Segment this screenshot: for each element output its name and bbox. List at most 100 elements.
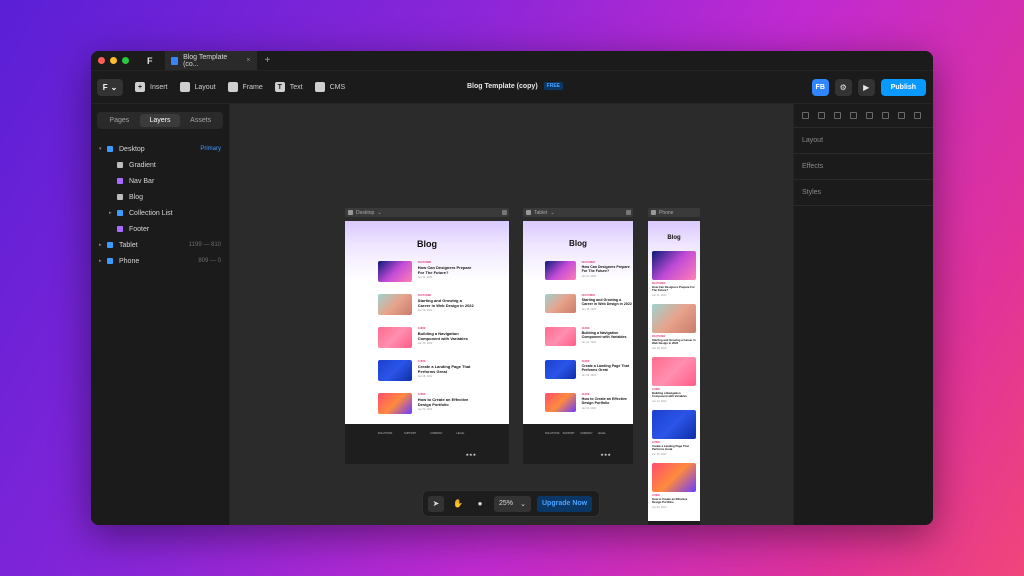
blog-post-card[interactable]: GUIDE Create a Landing Page That Performs…: [377, 360, 474, 381]
post-date: Jan 12, 2022: [652, 399, 667, 403]
social-icons: ★★★: [465, 452, 477, 457]
document-tab[interactable]: Blog Template (co... ×: [164, 51, 257, 70]
layout-button[interactable]: Layout: [179, 82, 216, 92]
layer-item-desktop[interactable]: ▾ Desktop Primary: [91, 141, 229, 157]
frame-label-desktop[interactable]: Desktop ⌄: [345, 208, 509, 217]
layer-name: Tablet: [119, 241, 138, 249]
design-canvas[interactable]: ➤ ✋ ● 25% ⌄ Upgrade Now Desktop ⌄ Blog FEAT…: [230, 104, 793, 525]
cms-button[interactable]: CMS: [314, 82, 345, 92]
footer-column-heading: LEGAL: [456, 432, 465, 435]
expand-caret-icon[interactable]: ▸: [109, 210, 117, 216]
main-menu-button[interactable]: F ⌄: [97, 78, 123, 96]
post-date: Jan 12, 2022: [581, 340, 597, 344]
layer-name: Nav Bar: [129, 177, 155, 185]
layer-name: Desktop: [119, 145, 145, 153]
frame-tablet[interactable]: Blog FEATURED How Can Designers Prepare Fo…: [523, 221, 633, 464]
tab-pages[interactable]: Pages: [99, 114, 140, 127]
upgrade-button[interactable]: Upgrade Now: [537, 495, 593, 512]
layer-item-nav-bar[interactable]: Nav Bar: [91, 173, 229, 189]
minimize-window-button[interactable]: [110, 57, 117, 64]
frame-label-tablet[interactable]: Tablet ⌄: [523, 208, 633, 217]
distribute-vertical-icon[interactable]: [914, 112, 921, 119]
post-title: How to Create an Effective Design Portfo…: [417, 397, 469, 407]
blog-post-card[interactable]: FEATURED Starting and Growing a Career in…: [377, 294, 474, 315]
post-text: FEATURED Starting and Growing a Career in…: [652, 335, 696, 350]
align-top-icon[interactable]: [850, 112, 857, 119]
layer-item-blog[interactable]: Blog: [91, 189, 229, 205]
blog-post-card[interactable]: FEATURED Starting and Growing a Career in…: [545, 294, 632, 313]
post-date: Jan 08, 2022: [417, 375, 433, 378]
layer-item-gradient[interactable]: Gradient: [91, 157, 229, 173]
select-tool-icon[interactable]: ➤: [428, 495, 444, 512]
comment-tool-icon[interactable]: ●: [472, 496, 488, 512]
blog-post-card[interactable]: GUIDE Building a Navigation Component wit…: [377, 327, 474, 348]
layout-section[interactable]: Layout: [794, 128, 933, 154]
styles-section[interactable]: Styles: [794, 180, 933, 206]
layer-type-icon: [107, 146, 113, 152]
hand-tool-icon[interactable]: ✋: [450, 496, 466, 512]
frame-footer: SOLUTIONS SUPPORT COMPANY LEGAL ★★★: [345, 424, 509, 464]
blog-post-card[interactable]: GUIDE Building a Navigation Component wit…: [652, 357, 696, 403]
align-left-icon[interactable]: [802, 112, 809, 119]
layer-item-phone[interactable]: ▸ Phone 809 — 0: [91, 253, 229, 269]
frame-button[interactable]: Frame: [227, 82, 263, 92]
expand-caret-icon[interactable]: ▸: [99, 242, 107, 248]
blog-post-card[interactable]: GUIDE How to Create an Effective Design P…: [377, 393, 474, 414]
post-title: Building a Navigation Component with Var…: [581, 331, 627, 340]
close-tab-icon[interactable]: ×: [246, 57, 250, 64]
post-title: How to Create an Effective Design Portfo…: [581, 397, 627, 406]
preview-play-button[interactable]: ▶: [857, 79, 875, 96]
post-category: GUIDE: [581, 360, 590, 363]
blog-post-card[interactable]: FEATURED Starting and Growing a Career in…: [652, 304, 696, 350]
frame-label-phone[interactable]: Phone: [648, 208, 700, 217]
blog-post-card[interactable]: GUIDE How to Create an Effective Design P…: [545, 393, 632, 412]
blog-post-card[interactable]: FEATURED How Can Designers Prepare For Th…: [377, 261, 474, 282]
add-breakpoint-icon[interactable]: [502, 210, 507, 215]
layer-item-tablet[interactable]: ▸ Tablet 1199 — 810: [91, 237, 229, 253]
expand-caret-icon[interactable]: ▾: [99, 146, 107, 152]
align-middle-icon[interactable]: [866, 112, 873, 119]
footer-column-heading: COMPANY: [580, 432, 593, 435]
post-category: GUIDE: [417, 393, 426, 396]
tab-assets[interactable]: Assets: [180, 114, 221, 127]
post-title: Starting and Growing a Career in Web Des…: [417, 298, 474, 308]
tab-layers[interactable]: Layers: [139, 114, 181, 127]
distribute-horizontal-icon[interactable]: [898, 112, 905, 119]
new-tab-button[interactable]: +: [265, 55, 271, 66]
right-panel: Layout Effects Styles: [793, 104, 933, 525]
maximize-window-button[interactable]: [122, 57, 129, 64]
blog-post-card[interactable]: GUIDE Building a Navigation Component wit…: [545, 327, 632, 346]
avatar[interactable]: FB: [811, 79, 829, 96]
text-button[interactable]: T Text: [274, 82, 303, 92]
insert-button[interactable]: + Insert: [135, 82, 168, 92]
frame-phone[interactable]: Blog FEATURED How Can Designers Prepare Fo…: [648, 221, 700, 525]
align-bottom-icon[interactable]: [882, 112, 889, 119]
layer-item-footer[interactable]: Footer: [91, 221, 229, 237]
post-text: GUIDE How to Create an Effective Design P…: [418, 393, 474, 411]
frame-desktop[interactable]: Blog FEATURED How Can Designers Prepare Fo…: [345, 221, 509, 464]
footer-column-heading: COMPANY: [430, 432, 443, 435]
blog-post-card[interactable]: GUIDE Create a Landing Page That Performs…: [545, 360, 632, 379]
settings-button[interactable]: ⚙: [834, 79, 852, 96]
align-right-icon[interactable]: [834, 112, 841, 119]
blog-title: Blog: [417, 239, 437, 249]
post-text: GUIDE Create a Landing Page That Performs…: [652, 441, 696, 456]
blog-post-card[interactable]: GUIDE Create a Landing Page That Performs…: [652, 410, 696, 456]
align-center-icon[interactable]: [818, 112, 825, 119]
blog-post-card[interactable]: FEATURED How Can Designers Prepare For Th…: [652, 251, 696, 297]
canvas-tool-bar: ➤ ✋ ● 25% ⌄ Upgrade Now: [422, 490, 600, 517]
post-date: Jan 02, 2022: [417, 408, 433, 411]
document-title[interactable]: Blog Template (copy) FREE: [467, 82, 563, 90]
zoom-select[interactable]: 25% ⌄: [494, 495, 531, 512]
layer-type-icon: [107, 258, 113, 264]
post-thumbnail: [652, 410, 696, 439]
blog-post-card[interactable]: FEATURED How Can Designers Prepare For Th…: [545, 261, 632, 280]
post-title: How Can Designers Prepare For The Future…: [652, 285, 695, 293]
publish-button[interactable]: Publish: [880, 79, 926, 96]
effects-section[interactable]: Effects: [794, 154, 933, 180]
layer-item-collection-list[interactable]: ▸ Collection List: [91, 205, 229, 221]
expand-caret-icon[interactable]: ▸: [99, 258, 107, 264]
add-breakpoint-icon[interactable]: [626, 210, 631, 215]
blog-post-card[interactable]: GUIDE How to Create an Effective Design P…: [652, 463, 696, 509]
close-window-button[interactable]: [98, 57, 105, 64]
